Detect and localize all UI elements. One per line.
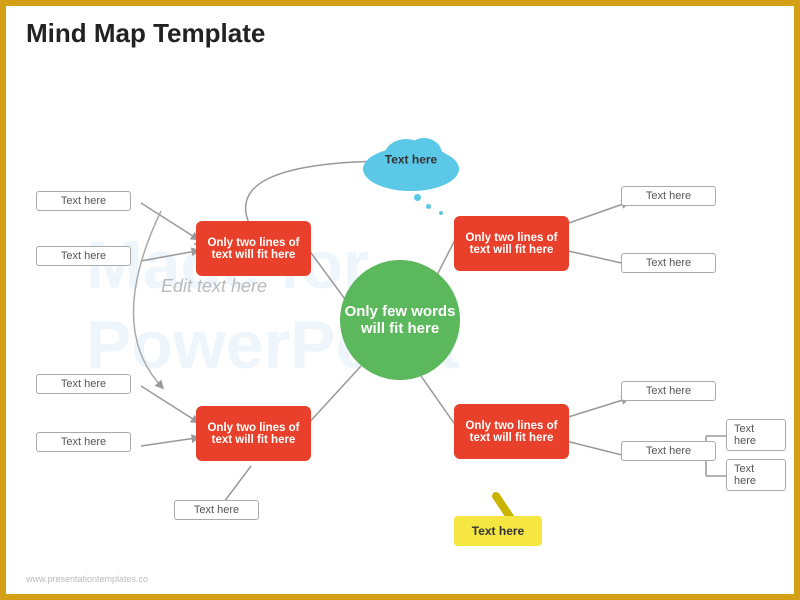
red-box-right-bottom[interactable]: Only two lines of text will fit here — [454, 404, 569, 459]
dot3 — [439, 211, 443, 215]
edit-text-label: Edit text here — [161, 276, 267, 297]
small-box-left-bottom-extra[interactable]: Text here — [174, 500, 259, 520]
cloud-text: Text here — [356, 152, 466, 166]
small-box-right-bottom-1[interactable]: Text here — [621, 381, 716, 401]
red-box-right-top[interactable]: Only two lines of text will fit here — [454, 216, 569, 271]
small-box-left-top-1[interactable]: Text here — [36, 191, 131, 211]
cloud-bubble: Text here — [356, 124, 466, 196]
dot2 — [426, 204, 431, 209]
center-circle: Only few words will fit here — [340, 260, 460, 380]
small-box-right-bottom-2[interactable]: Text here — [621, 441, 716, 461]
slide-container: Mind Map Template Made for PowerPoint — [0, 0, 800, 600]
small-box-far-right-2[interactable]: Text here — [726, 459, 786, 491]
footer-text: www.presentationtemplates.co — [26, 574, 148, 584]
red-box-left-top[interactable]: Only two lines of text will fit here — [196, 221, 311, 276]
small-box-left-bottom-1[interactable]: Text here — [36, 374, 131, 394]
small-box-left-bottom-2[interactable]: Text here — [36, 432, 131, 452]
red-box-left-bottom[interactable]: Only two lines of text will fit here — [196, 406, 311, 461]
yellow-box[interactable]: Text here — [454, 516, 542, 546]
page-title: Mind Map Template — [26, 18, 265, 49]
small-box-right-top-1[interactable]: Text here — [621, 186, 716, 206]
small-box-right-top-2[interactable]: Text here — [621, 253, 716, 273]
small-box-left-top-2[interactable]: Text here — [36, 246, 131, 266]
small-box-far-right-1[interactable]: Text here — [726, 419, 786, 451]
